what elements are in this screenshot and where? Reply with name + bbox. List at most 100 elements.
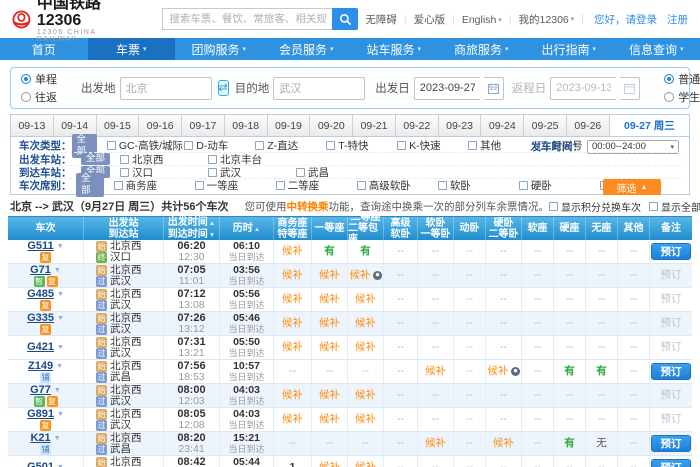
- column-header-历时[interactable]: 历时▲: [220, 217, 274, 240]
- column-header-其他[interactable]: 其他: [618, 217, 650, 240]
- checkbox-icon[interactable]: [208, 168, 217, 177]
- column-header-硬卧[interactable]: 硬卧二等卧: [486, 217, 522, 240]
- date-tab-09-13[interactable]: 09-13: [11, 115, 54, 136]
- filter-option-硬卧[interactable]: 硬卧: [519, 178, 600, 193]
- filter-option-一等座[interactable]: 一等座: [195, 178, 276, 193]
- top-link-3[interactable]: English▾: [455, 14, 509, 26]
- column-header-一等座[interactable]: 一等座: [312, 217, 348, 240]
- chevron-down-icon[interactable]: ▼: [57, 462, 64, 467]
- sort-desc-icon[interactable]: ▼: [209, 232, 215, 239]
- waitlist-value[interactable]: 候补: [319, 390, 340, 401]
- waitlist-value[interactable]: 候补: [355, 462, 376, 467]
- train-number-link[interactable]: K21: [30, 433, 50, 444]
- column-header-动卧[interactable]: 动卧: [454, 217, 486, 240]
- chevron-down-icon[interactable]: ▼: [57, 289, 64, 300]
- checkbox-icon[interactable]: [549, 202, 558, 211]
- date-tab-09-17[interactable]: 09-17: [182, 115, 225, 136]
- chevron-down-icon[interactable]: ▼: [54, 433, 61, 444]
- checkbox-icon[interactable]: [255, 141, 264, 150]
- date-tab-09-22[interactable]: 09-22: [396, 115, 439, 136]
- trip-type-单程[interactable]: 单程: [21, 71, 57, 87]
- to-city-input[interactable]: [273, 77, 365, 100]
- radio-unselected[interactable]: [664, 92, 674, 102]
- date-tab-09-20[interactable]: 09-20: [310, 115, 353, 136]
- register-link[interactable]: 注册: [661, 12, 688, 27]
- train-number-link[interactable]: G71: [30, 265, 51, 276]
- summary-checkbox-显示积分兑换车次[interactable]: 显示积分兑换车次: [549, 199, 641, 214]
- waitlist-value[interactable]: 候补: [425, 438, 446, 449]
- waitlist-value[interactable]: 候补: [488, 366, 509, 377]
- filter-option-二等座[interactable]: 二等座: [276, 178, 357, 193]
- site-logo[interactable]: 中国铁路12306 12306 CHINA RAILWAY: [12, 0, 112, 43]
- nav-item-车票[interactable]: 车票▾: [88, 38, 176, 60]
- checkbox-icon[interactable]: [276, 181, 285, 190]
- train-number-link[interactable]: G335: [27, 313, 54, 324]
- train-number-link[interactable]: G485: [27, 289, 54, 300]
- checkbox-icon[interactable]: [120, 155, 129, 164]
- login-link[interactable]: 您好，请登录: [584, 12, 661, 27]
- train-number-link[interactable]: Z149: [28, 361, 53, 372]
- from-city-input[interactable]: [120, 77, 212, 100]
- filter-option-高级软卧[interactable]: 高级软卧: [357, 178, 438, 193]
- return-date-input[interactable]: [550, 77, 616, 100]
- calendar-icon[interactable]: [484, 77, 504, 100]
- top-link-1[interactable]: 无障碍: [358, 12, 404, 27]
- swap-stations-icon[interactable]: ⇄: [218, 80, 229, 96]
- checkbox-icon[interactable]: [468, 141, 477, 150]
- waitlist-value[interactable]: 候补: [425, 366, 446, 377]
- waitlist-value[interactable]: 候补: [319, 294, 340, 305]
- filter-button[interactable]: 筛选 ▲: [603, 179, 661, 195]
- filter-all-button[interactable]: 全部: [81, 153, 110, 165]
- nav-item-团购服务[interactable]: 团购服务▾: [175, 38, 263, 60]
- chevron-down-icon[interactable]: ▼: [57, 342, 64, 353]
- date-tab-09-25[interactable]: 09-25: [524, 115, 567, 136]
- depart-date-input[interactable]: [414, 77, 480, 100]
- checkbox-icon[interactable]: [519, 181, 528, 190]
- chevron-down-icon[interactable]: ▼: [57, 409, 64, 420]
- date-tab-09-15[interactable]: 09-15: [97, 115, 140, 136]
- chevron-down-icon[interactable]: ▼: [54, 385, 61, 396]
- column-header-软卧[interactable]: 软卧一等卧: [418, 217, 454, 240]
- checkbox-icon[interactable]: [326, 141, 335, 150]
- nav-item-首页[interactable]: 首页: [0, 38, 88, 60]
- column-header-软座[interactable]: 软座: [522, 217, 554, 240]
- column-header-备注[interactable]: 备注: [650, 217, 692, 240]
- nav-item-出行指南[interactable]: 出行指南▾: [525, 38, 613, 60]
- transfer-link[interactable]: 中转换乘: [287, 201, 329, 213]
- column-header-二等座[interactable]: 二等座二等包座: [348, 217, 384, 240]
- book-button[interactable]: 预订: [651, 243, 691, 260]
- filter-option-K-快速[interactable]: K-快速: [397, 138, 468, 153]
- date-tab-09-21[interactable]: 09-21: [353, 115, 396, 136]
- checkbox-icon[interactable]: [397, 141, 406, 150]
- column-header-商务座[interactable]: 商务座特等座: [274, 217, 312, 240]
- date-tab-09-19[interactable]: 09-19: [268, 115, 311, 136]
- waitlist-value[interactable]: 候补: [319, 318, 340, 329]
- chevron-down-icon[interactable]: ▼: [54, 265, 61, 276]
- filter-option-商务座[interactable]: 商务座: [114, 178, 195, 193]
- checkbox-icon[interactable]: [357, 181, 366, 190]
- summary-checkbox-显示全部可预订车次[interactable]: 显示全部可预订车次: [649, 199, 700, 214]
- checkbox-icon[interactable]: [438, 181, 447, 190]
- column-header-无座[interactable]: 无座: [586, 217, 618, 240]
- checkbox-icon[interactable]: [184, 141, 193, 150]
- checkbox-icon[interactable]: [208, 155, 217, 164]
- checkbox-icon[interactable]: [195, 181, 204, 190]
- waitlist-value[interactable]: 候补: [493, 438, 514, 449]
- trip-type-往返[interactable]: 往返: [21, 89, 57, 105]
- waitlist-value[interactable]: 候补: [282, 270, 303, 281]
- waitlist-value[interactable]: 候补: [355, 342, 376, 353]
- site-search-input[interactable]: [162, 8, 332, 30]
- waitlist-value[interactable]: 候补: [350, 270, 371, 281]
- checkbox-icon[interactable]: [296, 168, 305, 177]
- nav-item-信息查询[interactable]: 信息查询▾: [613, 38, 700, 60]
- date-tab-09-18[interactable]: 09-18: [225, 115, 268, 136]
- waitlist-value[interactable]: 候补: [319, 462, 340, 467]
- date-tab-09-24[interactable]: 09-24: [481, 115, 524, 136]
- waitlist-value[interactable]: 候补: [355, 318, 376, 329]
- column-header-车次[interactable]: 车次: [8, 217, 84, 240]
- column-header-出发时间[interactable]: 出发时间▲到达时间▼: [164, 217, 220, 240]
- sort-asc-icon[interactable]: ▲: [254, 226, 260, 233]
- waitlist-value[interactable]: 候补: [319, 414, 340, 425]
- waitlist-value[interactable]: 候补: [319, 270, 340, 281]
- column-header-硬座[interactable]: 硬座: [554, 217, 586, 240]
